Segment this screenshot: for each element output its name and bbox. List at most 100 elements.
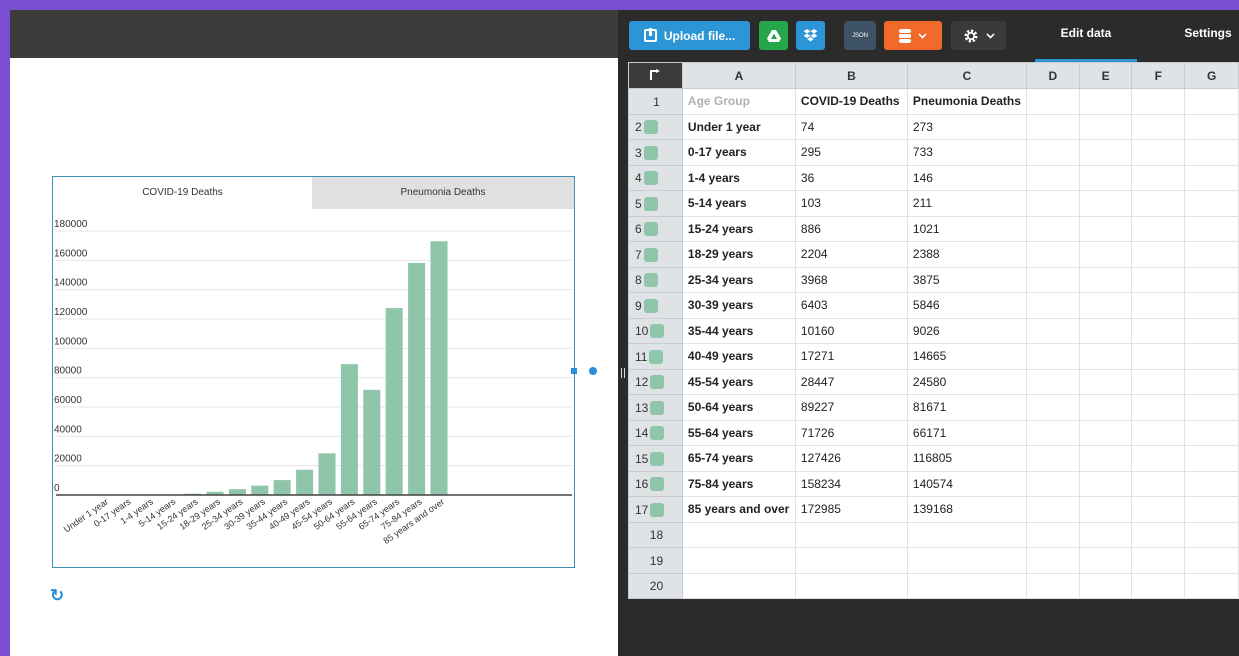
- divider-grip[interactable]: [621, 368, 625, 378]
- table-cell[interactable]: 40-49 years: [681, 343, 796, 370]
- table-cell[interactable]: 14665: [906, 343, 1027, 370]
- table-cell[interactable]: 127426: [794, 445, 908, 472]
- table-cell[interactable]: [1131, 164, 1186, 191]
- table-cell[interactable]: [1078, 445, 1133, 472]
- table-cell[interactable]: [1025, 139, 1080, 166]
- table-cell[interactable]: [1131, 496, 1186, 523]
- json-button[interactable]: JSON: [844, 21, 876, 50]
- table-row[interactable]: 6 15-24 years 886 1021: [628, 215, 1239, 242]
- table-row[interactable]: 7 18-29 years 2204 2388: [628, 241, 1239, 268]
- table-cell[interactable]: 89227: [794, 394, 908, 421]
- table-cell[interactable]: [1078, 521, 1133, 548]
- row-color-swatch[interactable]: [643, 120, 658, 135]
- table-cell[interactable]: [1025, 113, 1080, 140]
- chart-bar[interactable]: [408, 262, 426, 495]
- table-cell[interactable]: [1025, 88, 1080, 115]
- table-cell[interactable]: 295: [794, 139, 908, 166]
- google-drive-button[interactable]: [759, 21, 788, 50]
- table-cell[interactable]: [1131, 547, 1186, 574]
- table-row[interactable]: 20: [628, 572, 1239, 599]
- table-cell[interactable]: [1025, 317, 1080, 344]
- table-cell[interactable]: [794, 547, 908, 574]
- table-cell[interactable]: 3968: [794, 266, 908, 293]
- table-row[interactable]: 2 Under 1 year 74 273: [628, 113, 1239, 140]
- table-cell[interactable]: [1184, 190, 1239, 217]
- table-cell[interactable]: [1184, 215, 1239, 242]
- table-cell[interactable]: [1131, 241, 1186, 268]
- table-row[interactable]: 16 75-84 years 158234 140574: [628, 470, 1239, 497]
- table-cell[interactable]: [1184, 547, 1239, 574]
- row-number[interactable]: 7: [628, 241, 683, 268]
- table-cell[interactable]: [1184, 241, 1239, 268]
- row-color-swatch[interactable]: [650, 477, 665, 492]
- settings-gear-button[interactable]: [951, 21, 1006, 50]
- table-cell[interactable]: [1078, 343, 1133, 370]
- tab-settings[interactable]: Settings: [1173, 10, 1239, 62]
- table-cell[interactable]: [1078, 266, 1133, 293]
- row-number[interactable]: 13: [628, 394, 683, 421]
- table-cell[interactable]: 172985: [794, 496, 908, 523]
- row-color-swatch[interactable]: [650, 324, 665, 339]
- chart-bar[interactable]: [430, 241, 448, 495]
- table-cell[interactable]: [1184, 419, 1239, 446]
- row-number[interactable]: 9: [628, 292, 683, 319]
- table-cell[interactable]: [1078, 164, 1133, 191]
- table-cell[interactable]: [1131, 343, 1186, 370]
- row-number[interactable]: 18: [628, 521, 683, 548]
- row-number[interactable]: 14: [628, 419, 683, 446]
- table-cell[interactable]: 17271: [794, 343, 908, 370]
- table-cell[interactable]: [1184, 572, 1239, 599]
- table-row[interactable]: 19: [628, 547, 1239, 574]
- spreadsheet[interactable]: A B C D E F G 1 Age Group COVID-19 Deaths P…: [628, 62, 1239, 599]
- table-cell[interactable]: 50-64 years: [681, 394, 796, 421]
- table-cell[interactable]: 55-64 years: [681, 419, 796, 446]
- row-number[interactable]: 19: [628, 547, 683, 574]
- table-cell[interactable]: 2204: [794, 241, 908, 268]
- table-cell[interactable]: 45-54 years: [681, 368, 796, 395]
- table-cell[interactable]: [1078, 394, 1133, 421]
- table-row[interactable]: 15 65-74 years 127426 116805: [628, 445, 1239, 472]
- table-cell[interactable]: [681, 521, 796, 548]
- row-color-swatch[interactable]: [643, 171, 658, 186]
- row-number[interactable]: 5: [628, 190, 683, 217]
- table-row[interactable]: 5 5-14 years 103 211: [628, 190, 1239, 217]
- table-cell[interactable]: [1184, 113, 1239, 140]
- table-row[interactable]: 10 35-44 years 10160 9026: [628, 317, 1239, 344]
- table-cell[interactable]: Pneumonia Deaths: [906, 88, 1027, 115]
- chart-bar[interactable]: [318, 453, 336, 495]
- row-color-swatch[interactable]: [643, 247, 658, 262]
- table-cell[interactable]: [1184, 317, 1239, 344]
- table-cell[interactable]: [1025, 470, 1080, 497]
- table-cell[interactable]: [1184, 368, 1239, 395]
- table-cell[interactable]: [1078, 496, 1133, 523]
- row-number[interactable]: 3: [628, 139, 683, 166]
- chart-bar[interactable]: [251, 485, 269, 495]
- table-cell[interactable]: [1078, 292, 1133, 319]
- table-cell[interactable]: [1025, 266, 1080, 293]
- table-cell[interactable]: [1131, 572, 1186, 599]
- table-cell[interactable]: 35-44 years: [681, 317, 796, 344]
- table-cell[interactable]: 15-24 years: [681, 215, 796, 242]
- table-cell[interactable]: COVID-19 Deaths: [794, 88, 908, 115]
- row-number[interactable]: 17: [628, 496, 683, 523]
- table-cell[interactable]: 733: [906, 139, 1027, 166]
- table-cell[interactable]: 85 years and over: [681, 496, 796, 523]
- table-cell[interactable]: 103: [794, 190, 908, 217]
- chart-bar[interactable]: [296, 469, 314, 495]
- row-number[interactable]: 16: [628, 470, 683, 497]
- row-number[interactable]: 15: [628, 445, 683, 472]
- table-cell[interactable]: 28447: [794, 368, 908, 395]
- chart-bar[interactable]: [363, 389, 381, 495]
- table-cell[interactable]: [1131, 139, 1186, 166]
- row-color-swatch[interactable]: [650, 502, 665, 517]
- table-cell[interactable]: 3875: [906, 266, 1027, 293]
- table-cell[interactable]: Under 1 year: [681, 113, 796, 140]
- table-cell[interactable]: [1078, 470, 1133, 497]
- tab-edit-data[interactable]: Edit data: [1035, 10, 1137, 62]
- table-cell[interactable]: [906, 547, 1027, 574]
- row-color-swatch[interactable]: [643, 145, 658, 160]
- table-cell[interactable]: [1131, 317, 1186, 344]
- table-cell[interactable]: [1184, 266, 1239, 293]
- table-cell[interactable]: [1131, 521, 1186, 548]
- row-number[interactable]: 6: [628, 215, 683, 242]
